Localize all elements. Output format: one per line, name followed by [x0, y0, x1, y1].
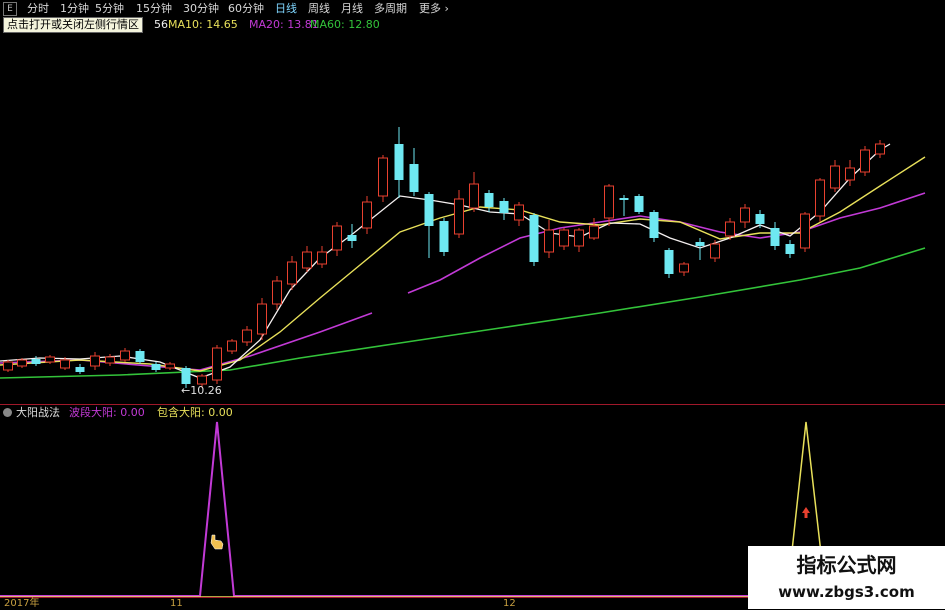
hand-cursor-icon [210, 534, 224, 550]
indicator-header: 大阳战法 波段大阳: 0.00 包含大阳: 0.00 [0, 406, 945, 420]
site-watermark: 指标公式网 www.zbgs3.com [748, 546, 945, 609]
candle [529, 213, 539, 266]
up-arrow-icon [802, 507, 810, 518]
indicator-menu-icon[interactable] [3, 408, 12, 417]
candle [378, 155, 388, 202]
candle [619, 195, 629, 216]
candle [362, 196, 372, 234]
candle [409, 148, 419, 196]
candle [227, 339, 237, 354]
candle [755, 210, 765, 228]
candle [90, 352, 100, 370]
candle [740, 204, 750, 228]
date-label-dec: 12 [503, 598, 516, 609]
period-tab-more[interactable]: 更多 › [419, 1, 449, 16]
period-tab-1min[interactable]: 1分钟 [60, 1, 89, 16]
candle [75, 364, 85, 374]
candle [17, 358, 27, 368]
candle [484, 190, 494, 212]
candle [499, 198, 509, 220]
candle [394, 127, 404, 198]
candle [695, 238, 705, 260]
period-tab-daily[interactable]: 日线 [275, 1, 297, 16]
ma5-value-tail: 56 [154, 18, 168, 31]
period-toolbar: E 分时 1分钟 5分钟 15分钟 30分钟 60分钟 日线 周线 月线 多周期… [0, 0, 945, 18]
watermark-title: 指标公式网 [796, 553, 897, 577]
ma10-line [0, 156, 926, 372]
candle [815, 178, 825, 222]
indicator-value-contain: 包含大阳: 0.00 [157, 406, 233, 419]
period-tab-5min[interactable]: 5分钟 [95, 1, 124, 16]
candle [302, 246, 312, 272]
candle [860, 146, 870, 176]
candle [272, 276, 282, 310]
toggle-panel-tooltip: 点击打开或关闭左侧行情区 [3, 17, 143, 33]
candle [634, 194, 644, 214]
candle [514, 202, 524, 226]
candle [875, 140, 885, 158]
period-tab-timeshare[interactable]: 分时 [27, 1, 49, 16]
date-label-year: 2017年 [4, 598, 40, 609]
period-tab-60min[interactable]: 60分钟 [228, 1, 264, 16]
candlestick-chart[interactable]: ←10.26 [0, 32, 945, 404]
candle [257, 298, 267, 340]
candle [559, 228, 569, 250]
indicator-name[interactable]: 大阳战法 [16, 406, 60, 420]
candle [105, 354, 115, 366]
date-label-nov: 11 [170, 598, 183, 609]
candle [830, 160, 840, 192]
period-tab-weekly[interactable]: 周线 [308, 1, 330, 16]
candle [151, 362, 161, 372]
toggle-left-panel-button[interactable]: E [3, 2, 17, 16]
candle [242, 326, 252, 346]
candle [347, 224, 357, 248]
low-price-annotation: ←10.26 [181, 384, 222, 397]
candle [454, 190, 464, 238]
period-tab-30min[interactable]: 30分钟 [183, 1, 219, 16]
pane-divider[interactable] [0, 404, 945, 405]
ma10-value: MA10: 14.65 [168, 18, 238, 31]
candle [649, 210, 659, 242]
candle [469, 172, 479, 212]
candle [332, 222, 342, 256]
candle [679, 262, 689, 276]
indicator-value-band: 波段大阳: 0.00 [69, 406, 145, 419]
candle [135, 349, 145, 364]
candle [3, 360, 13, 372]
candle [165, 362, 175, 370]
period-tab-15min[interactable]: 15分钟 [136, 1, 172, 16]
ma5-line [0, 143, 891, 379]
candle [120, 348, 130, 362]
candle [212, 345, 222, 384]
candles [3, 127, 885, 388]
candle [770, 222, 780, 250]
candle [439, 218, 449, 256]
candle [710, 240, 720, 262]
candle [424, 192, 434, 258]
period-tab-monthly[interactable]: 月线 [341, 1, 363, 16]
candle [800, 212, 810, 252]
watermark-url: www.zbgs3.com [778, 583, 915, 601]
candle [574, 228, 584, 252]
ma60-value: MA60: 12.80 [310, 18, 380, 31]
period-tab-multi[interactable]: 多周期 [374, 1, 407, 16]
ma20-value: MA20: 13.81 [249, 18, 319, 31]
candle [589, 218, 599, 240]
candle [785, 240, 795, 258]
candle [544, 220, 554, 258]
candle [664, 248, 674, 278]
candle [317, 246, 327, 268]
